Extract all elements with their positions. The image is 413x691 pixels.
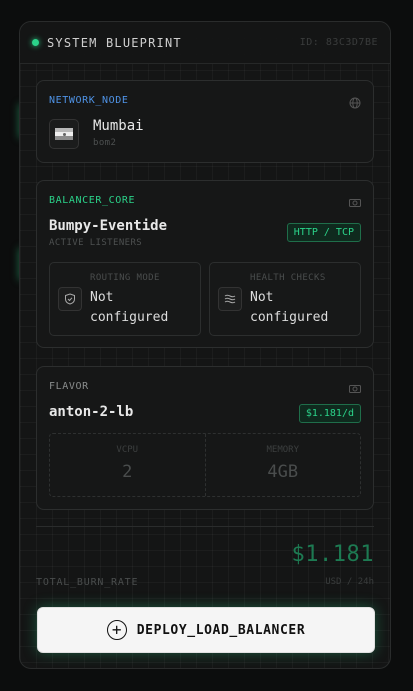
panel-title: SYSTEM BLUEPRINT — [47, 35, 182, 50]
burn-rate-label: TOTAL_BURN_RATE — [36, 577, 139, 588]
vcpu-spec: VCPU 2 — [50, 434, 205, 496]
eye-icon[interactable] — [349, 380, 361, 393]
health-checks-value: Not configured — [250, 290, 329, 325]
balancer-name: Bumpy-Eventide — [49, 218, 168, 234]
balancer-core-card: BALANCER_CORE Bumpy-Eventide ACTIVE LIST… — [36, 180, 374, 348]
memory-value: 4GB — [267, 462, 299, 482]
burn-rate-value: $1.181 — [291, 542, 374, 567]
flavor-card[interactable]: FLAVOR anton-2-lb $1.181/d VCPU 2 MEMORY… — [36, 366, 374, 510]
network-node-label: NETWORK_NODE — [49, 95, 129, 106]
india-flag-icon — [49, 119, 79, 149]
health-checks-card[interactable]: HEALTH CHECKS Not configured — [209, 262, 361, 336]
network-node-card[interactable]: NETWORK_NODE Mumbai bom2 — [36, 80, 374, 163]
balancer-core-label: BALANCER_CORE — [49, 195, 136, 206]
system-blueprint-panel: SYSTEM BLUEPRINT ID: 83C3D7BE NETWORK_NO… — [19, 21, 391, 669]
eye-icon[interactable] — [349, 194, 361, 207]
routing-mode-value: Not configured — [90, 290, 169, 325]
routing-mode-card[interactable]: ROUTING MODE Not configured — [49, 262, 201, 336]
waves-icon — [218, 287, 242, 311]
node-code: bom2 — [93, 138, 117, 148]
shield-icon — [58, 287, 82, 311]
flavor-label: FLAVOR — [49, 381, 89, 392]
status-dot — [32, 39, 39, 46]
routing-mode-label: ROUTING MODE — [90, 273, 160, 283]
memory-spec: MEMORY 4GB — [204, 434, 361, 496]
vcpu-label: VCPU — [116, 445, 139, 455]
node-city: Mumbai — [93, 118, 144, 134]
flavor-name: anton-2-lb — [49, 404, 134, 420]
flavor-specs: VCPU 2 MEMORY 4GB — [49, 433, 361, 497]
globe-icon — [349, 94, 361, 109]
blueprint-id: ID: 83C3D7BE — [299, 37, 378, 48]
vcpu-value: 2 — [122, 462, 133, 482]
balancer-subtitle: ACTIVE LISTENERS — [49, 238, 143, 248]
memory-label: MEMORY — [266, 445, 299, 455]
deploy-button-label: DEPLOY_LOAD_BALANCER — [136, 622, 306, 638]
health-checks-label: HEALTH CHECKS — [250, 273, 326, 283]
flavor-price-badge: $1.181/d — [298, 404, 361, 423]
deploy-load-balancer-button[interactable]: + DEPLOY_LOAD_BALANCER — [37, 607, 375, 653]
burn-rate-unit: USD / 24h — [325, 577, 374, 587]
divider — [36, 526, 374, 527]
panel-header: SYSTEM BLUEPRINT ID: 83C3D7BE — [20, 22, 390, 64]
protocol-badge: HTTP / TCP — [286, 223, 361, 242]
plus-circle-icon: + — [106, 620, 127, 640]
